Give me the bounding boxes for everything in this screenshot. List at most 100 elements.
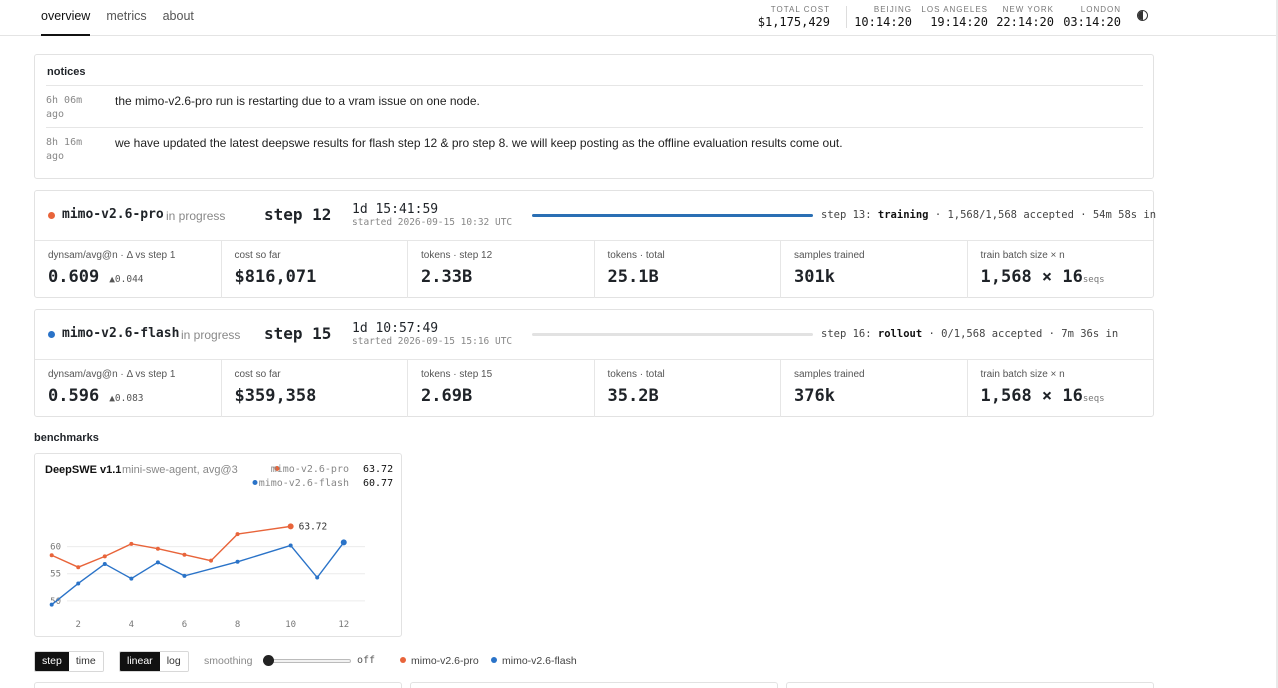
metric-samples: samples trained 376k <box>781 360 968 417</box>
chart-card-stub <box>786 682 1154 688</box>
metric-cost: cost so far $816,071 <box>222 241 408 298</box>
chart-title: DeepSWE v1.1 <box>45 464 121 476</box>
legend-dot <box>252 480 258 485</box>
metric-batch: train batch size × n 1,568 × 16seqs <box>968 360 1154 417</box>
nav-tab-overview[interactable]: overview <box>41 0 91 36</box>
metric-value: 2.33B <box>421 267 473 287</box>
total-cost-label: TOTAL COST <box>770 5 830 14</box>
metric-tokens-total: tokens · total 35.2B <box>595 360 781 417</box>
metric-label: train batch size × n <box>980 250 1065 261</box>
run-status-dot <box>48 331 55 338</box>
x-tick-label: 6 <box>182 620 187 630</box>
next-step-info: step 16: rollout · 0/1,568 accepted · 7m… <box>821 328 1118 340</box>
data-point <box>209 558 213 563</box>
scale-toggle: linear log <box>119 651 189 672</box>
metric-unit: seqs <box>1082 275 1105 285</box>
smoothing-rail <box>263 659 351 663</box>
notice-item: 6h 06m ago the mimo-v2.6-pro run is rest… <box>46 85 1143 127</box>
nav-tab-metrics[interactable]: metrics <box>106 0 146 36</box>
metric-tokens-total: tokens · total 25.1B <box>595 241 781 298</box>
legend-dot <box>491 657 497 663</box>
x-tick-label: 8 <box>235 620 240 630</box>
step-progress-bar <box>532 214 813 217</box>
run-metrics: dynsam/avg@n · Δ vs step 1 0.596 ▲0.083 co… <box>35 360 1153 417</box>
deepswe-chart-card: DeepSWE v1.1 mini-swe-agent, avg@3 mimo-v2… <box>34 453 402 637</box>
run-current-step: step 15 <box>264 324 332 343</box>
notice-text: we have updated the latest deepswe resul… <box>115 136 843 150</box>
legend-dot <box>400 657 406 663</box>
run-header: mimo-v2.6-flash in progress step 15 1d 1… <box>35 310 1153 360</box>
scale-linear-button[interactable]: linear <box>120 652 160 671</box>
chart-subtitle: mini-swe-agent, avg@3 <box>122 464 238 476</box>
metric-samples: samples trained 301k <box>781 241 968 298</box>
top-bar: overview metrics about TOTAL COST $1,175… <box>0 0 1276 36</box>
theme-toggle-icon[interactable] <box>1137 10 1148 21</box>
notice-time: 8h 16m ago <box>46 137 83 162</box>
run-status: in progress <box>166 209 226 223</box>
run-status-dot <box>48 212 55 219</box>
data-point <box>102 561 107 566</box>
smoothing-slider[interactable] <box>263 655 351 666</box>
metric-delta: ▲0.083 <box>109 393 144 404</box>
metric-unit: seqs <box>1082 394 1105 404</box>
run-duration: 1d 15:41:59 <box>352 202 439 217</box>
run-card-mimo-v2.6-flash: mimo-v2.6-flash in progress step 15 1d 1… <box>34 309 1154 417</box>
run-name[interactable]: mimo-v2.6-pro <box>62 207 164 222</box>
next-step-phase: training <box>877 209 929 221</box>
metric-value: 1,568 × 16 <box>980 267 1083 287</box>
clock-label: NEW YORK <box>1002 5 1054 14</box>
smoothing-readout: off <box>357 655 376 666</box>
x-tick-label: 12 <box>338 620 349 630</box>
data-point <box>129 576 134 581</box>
metric-label: dynsam/avg@n · Δ vs step 1 <box>48 369 176 380</box>
metric-value: 35.2B <box>607 386 659 406</box>
data-point <box>129 541 134 546</box>
smoothing-handle[interactable] <box>263 655 274 666</box>
clock-new-york: NEW YORK 22:14:20 <box>996 5 1054 30</box>
clock-time: 10:14:20 <box>854 15 912 29</box>
run-current-step: step 12 <box>264 205 332 224</box>
benchmarks-title: benchmarks <box>34 432 99 444</box>
step-progress-bar <box>532 333 813 336</box>
metric-value: 1,568 × 16 <box>980 386 1083 406</box>
xaxis-step-button[interactable]: step <box>35 652 69 671</box>
data-point <box>235 559 240 564</box>
data-point <box>76 565 81 570</box>
metric-tokens-step: tokens · step 12 2.33B <box>408 241 595 298</box>
metric-value: 301k <box>794 267 835 287</box>
notices-panel: notices 6h 06m ago the mimo-v2.6-pro run… <box>34 54 1154 179</box>
data-point <box>49 553 54 558</box>
x-tick-label: 4 <box>129 620 134 630</box>
data-point <box>287 523 294 530</box>
legend-item-flash[interactable]: mimo-v2.6-flash <box>491 655 577 667</box>
metric-dynsam: dynsam/avg@n · Δ vs step 1 0.609 ▲0.044 <box>35 241 222 298</box>
metric-dynsam: dynsam/avg@n · Δ vs step 1 0.596 ▲0.083 <box>35 360 222 417</box>
xaxis-time-button[interactable]: time <box>68 652 103 671</box>
smoothing-label: smoothing <box>204 655 253 667</box>
x-tick-label: 2 <box>76 620 81 630</box>
scale-log-button[interactable]: log <box>159 652 188 671</box>
next-step-detail: · 1,568/1,568 accepted · 54m 58s in <box>934 209 1157 221</box>
run-started: started 2026-09-15 15:16 UTC <box>352 336 513 347</box>
metric-value: $816,071 <box>234 267 317 287</box>
data-point <box>340 539 347 546</box>
y-tick-label: 60 <box>50 543 61 553</box>
deepswe-chart[interactable]: DeepSWE v1.1 mini-swe-agent, avg@3 mimo-v2… <box>35 454 403 638</box>
legend-item-pro[interactable]: mimo-v2.6-pro <box>400 655 479 667</box>
total-cost-value: $1,175,429 <box>757 15 830 29</box>
metric-value: $359,358 <box>234 386 317 406</box>
run-name[interactable]: mimo-v2.6-flash <box>62 326 179 341</box>
run-card-mimo-v2.6-pro: mimo-v2.6-pro in progress step 12 1d 15:… <box>34 190 1157 298</box>
clock-label: LONDON <box>1080 5 1121 14</box>
data-point <box>288 543 293 548</box>
y-tick-label: 55 <box>50 570 61 580</box>
metric-label: samples trained <box>794 250 865 261</box>
clock-time: 19:14:20 <box>930 15 988 29</box>
metric-delta: ▲0.044 <box>109 274 144 285</box>
clock-los-angeles: LOS ANGELES 19:14:20 <box>921 5 988 30</box>
chart-card-stub <box>34 682 402 688</box>
data-label: 63.72 <box>299 521 328 532</box>
data-point <box>155 560 160 565</box>
next-step-label: step 13: <box>821 209 872 221</box>
nav-tab-about[interactable]: about <box>163 0 194 36</box>
